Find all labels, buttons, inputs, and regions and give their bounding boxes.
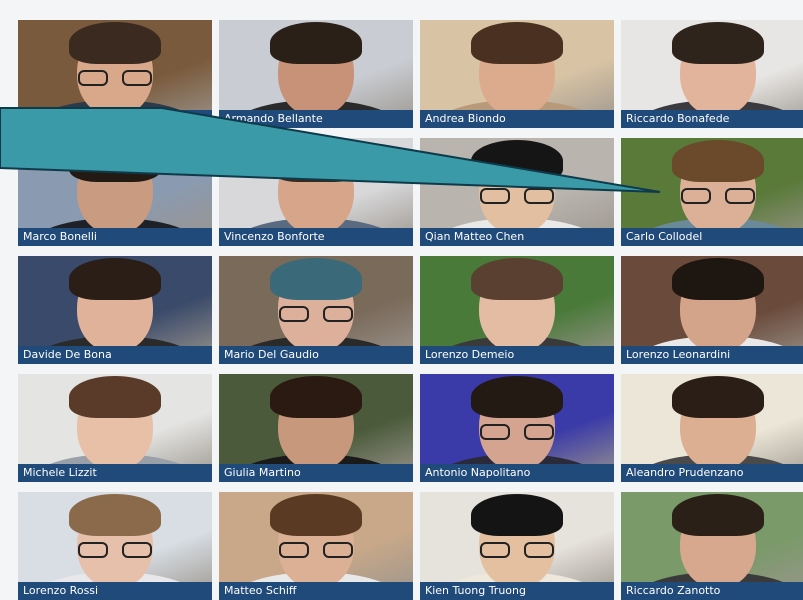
hair <box>672 140 764 182</box>
student-name: Lorenzo Rossi <box>18 582 212 600</box>
student-card[interactable]: Kien Tuong Truong <box>420 492 614 600</box>
hair <box>270 22 362 64</box>
glasses-icon <box>78 542 152 558</box>
student-name: Matteo Schiff <box>219 582 413 600</box>
hair <box>69 22 161 64</box>
hair <box>471 140 563 182</box>
face <box>270 140 362 234</box>
student-card[interactable]: Mario Del Gaudio <box>219 256 413 364</box>
hair <box>69 494 161 536</box>
hair <box>672 22 764 64</box>
face <box>270 494 362 588</box>
hair <box>672 494 764 536</box>
glasses-icon <box>480 424 554 440</box>
student-name: Michele Lizzit <box>18 464 212 482</box>
student-name: Armando Bellante <box>219 110 413 128</box>
face <box>672 22 764 116</box>
student-name: Mario Del Gaudio <box>219 346 413 364</box>
student-grid: Gianluca Altomani Armando Bellante Andrea … <box>18 20 803 600</box>
face <box>69 140 161 234</box>
student-card[interactable]: Riccardo Zanotto <box>621 492 803 600</box>
student-name: Marco Bonelli <box>18 228 212 246</box>
face <box>270 376 362 470</box>
face <box>672 376 764 470</box>
face <box>672 494 764 588</box>
hair <box>471 258 563 300</box>
student-card[interactable]: Andrea Biondo <box>420 20 614 128</box>
hair <box>270 140 362 182</box>
student-card[interactable]: Matteo Schiff <box>219 492 413 600</box>
student-card[interactable]: Michele Lizzit <box>18 374 212 482</box>
student-name: Lorenzo Demeio <box>420 346 614 364</box>
face <box>471 140 563 234</box>
hair <box>270 376 362 418</box>
student-card[interactable]: Marco Bonelli <box>18 138 212 246</box>
face <box>270 258 362 352</box>
hair <box>471 494 563 536</box>
student-card[interactable]: Carlo Collodel <box>621 138 803 246</box>
hair <box>270 258 362 300</box>
glasses-icon <box>480 188 554 204</box>
student-name: Davide De Bona <box>18 346 212 364</box>
face <box>672 140 764 234</box>
face <box>69 22 161 116</box>
hair <box>471 22 563 64</box>
student-card[interactable]: Qian Matteo Chen <box>420 138 614 246</box>
face <box>69 258 161 352</box>
student-card[interactable]: Lorenzo Leonardini <box>621 256 803 364</box>
student-name: Aleandro Prudenzano <box>621 464 803 482</box>
student-name: Riccardo Bonafede <box>621 110 803 128</box>
face <box>471 22 563 116</box>
face <box>471 494 563 588</box>
student-name: Antonio Napolitano <box>420 464 614 482</box>
student-name: Qian Matteo Chen <box>420 228 614 246</box>
face <box>270 22 362 116</box>
student-name: Andrea Biondo <box>420 110 614 128</box>
student-name: Gianluca Altomani <box>18 110 212 128</box>
student-card[interactable]: Giulia Martino <box>219 374 413 482</box>
hair <box>672 258 764 300</box>
student-name: Giulia Martino <box>219 464 413 482</box>
hair <box>69 140 161 182</box>
student-name: Riccardo Zanotto <box>621 582 803 600</box>
face <box>672 258 764 352</box>
student-card[interactable]: Davide De Bona <box>18 256 212 364</box>
face <box>69 376 161 470</box>
face <box>471 376 563 470</box>
student-card[interactable]: Lorenzo Rossi <box>18 492 212 600</box>
student-name: Kien Tuong Truong <box>420 582 614 600</box>
glasses-icon <box>279 542 353 558</box>
student-card[interactable]: Antonio Napolitano <box>420 374 614 482</box>
face <box>69 494 161 588</box>
student-card[interactable]: Aleandro Prudenzano <box>621 374 803 482</box>
student-card[interactable]: Riccardo Bonafede <box>621 20 803 128</box>
hair <box>69 258 161 300</box>
student-card[interactable]: Armando Bellante <box>219 20 413 128</box>
hair <box>69 376 161 418</box>
student-card[interactable]: Lorenzo Demeio <box>420 256 614 364</box>
student-name: Vincenzo Bonforte <box>219 228 413 246</box>
student-card[interactable]: Gianluca Altomani <box>18 20 212 128</box>
hair <box>672 376 764 418</box>
hair <box>471 376 563 418</box>
student-card[interactable]: Vincenzo Bonforte <box>219 138 413 246</box>
glasses-icon <box>480 542 554 558</box>
glasses-icon <box>78 70 152 86</box>
glasses-icon <box>681 188 755 204</box>
student-name: Carlo Collodel <box>621 228 803 246</box>
hair <box>270 494 362 536</box>
student-name: Lorenzo Leonardini <box>621 346 803 364</box>
face <box>471 258 563 352</box>
glasses-icon <box>279 306 353 322</box>
